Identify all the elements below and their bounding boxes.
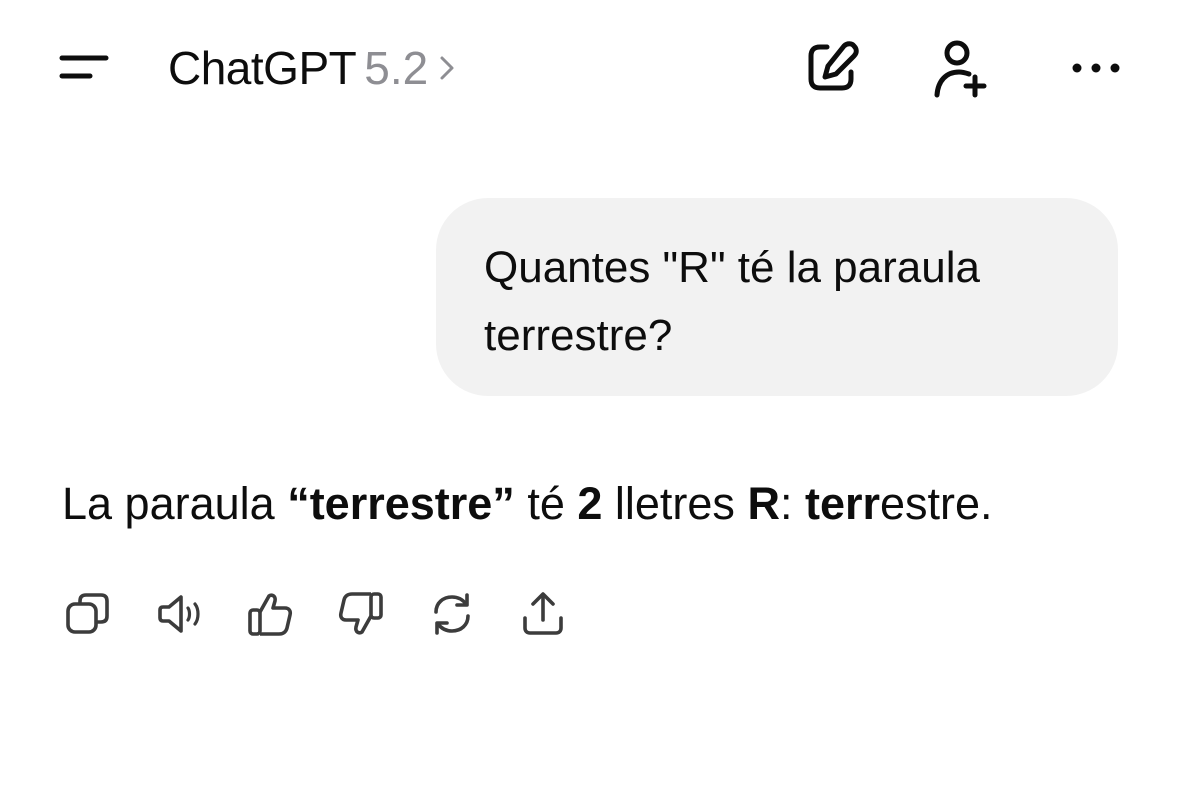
more-options-button[interactable]: [1060, 34, 1128, 102]
menu-button[interactable]: [48, 40, 120, 96]
read-aloud-icon: [158, 595, 200, 633]
answer-highlight: te: [804, 478, 845, 529]
good-response-button[interactable]: [238, 582, 302, 646]
model-selector[interactable]: ChatGPT 5.2: [168, 40, 456, 96]
user-message-line: Quantes "R" té la paraula: [484, 243, 980, 292]
regenerate-button[interactable]: [420, 582, 484, 646]
menu-icon: [59, 55, 109, 79]
answer-count: 2: [577, 478, 603, 529]
model-version: 5.2: [364, 42, 429, 94]
share-icon: [523, 592, 563, 635]
chat-screen: ChatGPT 5.2 Quantes "R" té la paraula te…: [0, 0, 1179, 792]
regenerate-icon: [434, 593, 470, 635]
more-icon: [1072, 63, 1120, 73]
copy-icon: [66, 593, 109, 634]
new-chat-icon: [808, 41, 859, 91]
bad-response-button[interactable]: [329, 582, 393, 646]
add-people-button[interactable]: [926, 34, 994, 102]
top-bar: ChatGPT 5.2: [0, 0, 1179, 136]
assistant-message: La paraula “terrestre” té 2 lletres R: t…: [62, 472, 1162, 536]
new-chat-button[interactable]: [797, 34, 865, 102]
share-button[interactable]: [511, 582, 575, 646]
thumbs-down-icon: [338, 592, 383, 635]
answer-highlight-r: rr: [844, 478, 880, 529]
user-message-line: terrestre?: [484, 311, 673, 360]
answer-text: té: [514, 478, 578, 529]
add-person-icon: [934, 40, 987, 98]
user-message-bubble: Quantes "R" té la paraula terrestre?: [436, 198, 1118, 396]
answer-text: La paraula: [62, 478, 288, 529]
answer-text: estre.: [880, 478, 993, 529]
app-title: ChatGPT: [168, 42, 357, 94]
read-aloud-button[interactable]: [147, 582, 211, 646]
answer-word: “terrestre”: [287, 478, 515, 529]
answer-letter: R: [747, 478, 780, 529]
answer-text: lletres: [602, 478, 748, 529]
answer-text: :: [779, 478, 805, 529]
thumbs-up-icon: [248, 593, 293, 636]
copy-button[interactable]: [56, 582, 120, 646]
chevron-right-icon: [440, 56, 454, 80]
